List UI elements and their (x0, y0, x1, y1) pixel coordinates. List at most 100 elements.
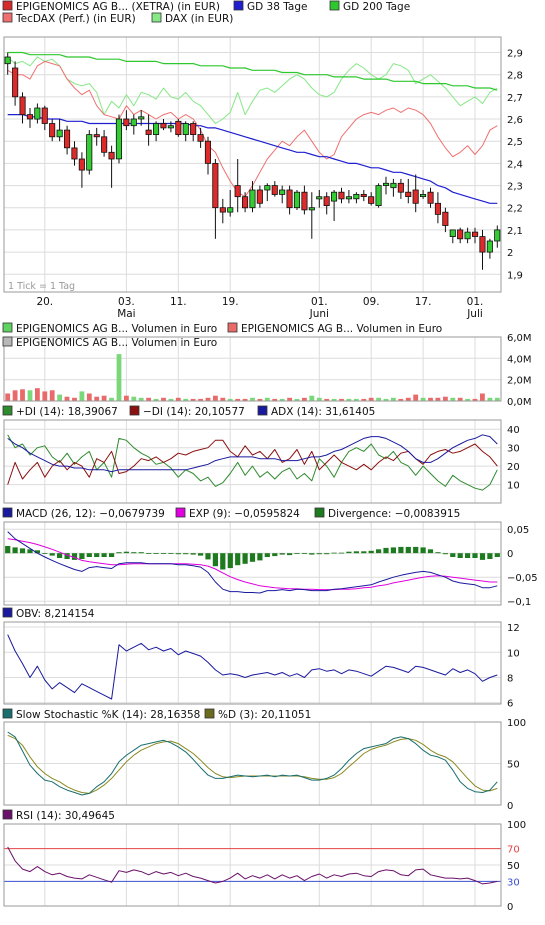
candle-body-up (152, 123, 160, 136)
candle-body-down (360, 193, 367, 197)
candle-body-up (130, 118, 137, 127)
macd-divergence-bar (146, 553, 152, 554)
candle-body-down (175, 120, 182, 136)
macd-legend-label: EXP (9): −0,0595824 (189, 508, 300, 520)
macd-divergence-bar (227, 553, 233, 569)
stochastic-legend-swatch (2, 708, 13, 719)
candle-body-down (338, 191, 345, 200)
dmi-legend-swatch (257, 405, 268, 416)
dmi-legend-label: −DI (14): 20,10577 (143, 406, 245, 418)
candle-body-down (145, 129, 152, 135)
macd-divergence-bar (49, 553, 55, 556)
stochastic-legend-label: %D (3): 20,11051 (218, 709, 311, 721)
macd-divergence-bar (272, 553, 278, 557)
macd-divergence-bar (138, 552, 144, 554)
macd-divergence-bar (257, 553, 263, 561)
candle-body-down (71, 147, 78, 160)
macd-divergence-bar (212, 553, 218, 567)
macd-divergence-bar (331, 552, 337, 554)
candle-body-up (293, 191, 300, 209)
volume-bar (12, 390, 18, 401)
candle-body-down (197, 134, 204, 142)
macd-y-tick-label: −0,1 (507, 597, 531, 608)
candle-body-up (353, 193, 360, 200)
stochastic-legend-label: Slow Stochastic %K (14): 28,16358 (16, 709, 200, 721)
macd-divergence-bar (494, 553, 500, 557)
price-legend-swatch (329, 0, 340, 11)
price-legend-label: DAX (in EUR) (165, 13, 233, 25)
macd-divergence-bar (383, 547, 389, 554)
volume-bar (42, 391, 48, 401)
price-y-tick-label: 2,3 (507, 182, 523, 193)
macd-divergence-bar (279, 553, 285, 555)
candle-body-down (301, 191, 308, 211)
volume-legend-label: EPIGENOMICS AG B... Volumen in Euro (241, 323, 442, 335)
macd-divergence-bar (94, 553, 100, 557)
macd-divergence-bar (168, 553, 174, 554)
candle-body-down (271, 185, 278, 195)
macd-divergence-bar (376, 549, 382, 554)
rsi-level-label: 30 (507, 877, 520, 888)
volume-bar (131, 396, 137, 401)
price-y-tick-label: 2,2 (507, 204, 523, 215)
volume-bar (443, 396, 448, 401)
x-tick-label: 11. (170, 296, 187, 308)
volume-y-tick-label: 2,0M (507, 376, 532, 387)
volume-bar (27, 390, 33, 401)
x-tick-label: 03. (118, 296, 135, 308)
candle-body-down (190, 123, 197, 136)
dmi-plot-area (4, 420, 501, 503)
macd-divergence-bar (153, 553, 159, 554)
price-legend-label: GD 200 Tage (343, 1, 410, 13)
volume-bar (35, 388, 40, 401)
x-tick-label: 17. (415, 296, 432, 308)
candle-body-down (434, 202, 441, 215)
price-legend-swatch (2, 12, 13, 23)
price-plot-area (4, 37, 501, 292)
x-tick-label: 01. (467, 296, 484, 308)
volume-bar (86, 393, 92, 401)
candle-body-down (64, 129, 71, 149)
candle-body-up (316, 196, 323, 200)
rsi-level-label: 70 (507, 845, 520, 856)
candle-body-up (345, 196, 352, 200)
macd-divergence-bar (183, 553, 189, 555)
candle-body-down (123, 118, 130, 127)
macd-divergence-bar (472, 553, 478, 558)
volume-y-tick-label: 6,0M (507, 333, 532, 344)
candle-body-down (241, 196, 249, 209)
macd-divergence-bar (405, 546, 411, 554)
macd-divergence-bar (190, 553, 196, 555)
price-legend-label: EPIGENOMICS AG B... (XETRA) (in EUR) (16, 1, 220, 13)
macd-divergence-bar (324, 553, 330, 555)
candle-body-down (26, 114, 33, 120)
candle-body-up (419, 193, 427, 197)
obv-legend-label: OBV: 8,214154 (16, 608, 95, 620)
macd-divergence-bar (57, 553, 63, 558)
candle-body-up (249, 189, 256, 209)
volume-bar (79, 391, 85, 401)
volume-legend-swatch (2, 322, 13, 333)
candle-body-down (19, 96, 26, 116)
candle-body-down (412, 189, 419, 204)
macd-divergence-bar (353, 551, 359, 554)
dmi-y-tick-label: 30 (507, 444, 520, 455)
macd-divergence-bar (487, 553, 493, 559)
x-tick-label: 09. (363, 296, 380, 308)
candle-body-up (4, 56, 11, 65)
obv-y-tick-label: 6 (507, 699, 513, 710)
volume-bar (480, 393, 485, 401)
macd-divergence-bar (398, 546, 404, 554)
macd-y-tick-label: 0,05 (507, 525, 529, 536)
macd-divergence-bar (427, 549, 434, 554)
dmi-y-tick-label: 40 (507, 425, 520, 436)
volume-bar (116, 354, 122, 401)
candle-body-up (227, 207, 234, 213)
macd-divergence-bar (457, 553, 463, 558)
macd-divergence-bar (79, 553, 85, 559)
macd-legend-swatch (314, 507, 325, 518)
volume-bar (20, 389, 25, 401)
macd-y-tick-label: −0,05 (507, 573, 538, 584)
volume-y-tick-label: 0,0M (507, 397, 532, 408)
stochastic-y-tick-label: 50 (507, 760, 520, 771)
